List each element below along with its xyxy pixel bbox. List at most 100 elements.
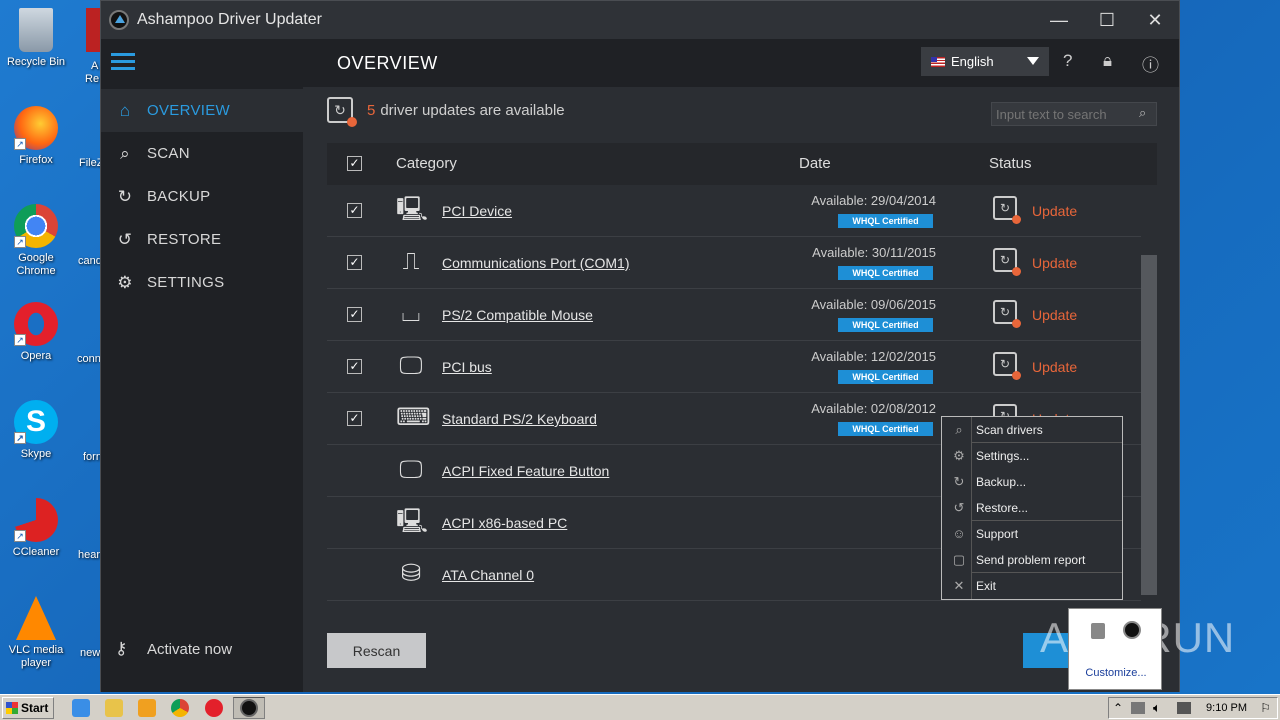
customize-link[interactable]: Customize... [1069, 667, 1163, 679]
shortcut-arrow-icon: ↗ [14, 334, 26, 346]
row-checkbox[interactable]: ✓ [347, 203, 362, 218]
chrome-shortcut[interactable]: ↗ Google Chrome [0, 204, 72, 278]
backup-icon: ↻ [117, 186, 133, 206]
row-checkbox[interactable]: ✓ [347, 411, 362, 426]
update-status-icon[interactable]: ↻ [993, 352, 1021, 380]
media-player-icon[interactable] [138, 699, 156, 717]
taskbar-ashampoo-button[interactable] [233, 697, 265, 719]
available-date: Available: 09/06/2015 [811, 297, 936, 312]
ie-icon[interactable] [72, 699, 90, 717]
update-status-icon[interactable]: ↻ [993, 300, 1021, 328]
update-message: driver updates are available [380, 101, 565, 119]
info-icon[interactable]: ⓘ [1142, 51, 1159, 76]
skype-label: Skype [20, 448, 52, 460]
volume-icon[interactable]: 🔈︎ [1153, 700, 1161, 716]
tray-context-menu: ⌕ Scan drivers ⚙ Settings... ↻ Backup... ↺ R… [941, 416, 1123, 600]
device-name-link[interactable]: ACPI Fixed Feature Button [442, 463, 609, 479]
skype-shortcut[interactable]: S ↗ Skype [0, 400, 72, 461]
magnifier-icon[interactable]: ⌕ [1139, 105, 1146, 121]
partial-label: hear [78, 549, 101, 561]
tray-app-icon[interactable] [1091, 623, 1105, 639]
opera-shortcut[interactable]: ↗ Opera [0, 302, 72, 363]
activate-now-link[interactable]: ⚷ Activate now [115, 639, 232, 659]
update-link[interactable]: Update [1032, 307, 1077, 323]
user-icon: ☺ [952, 526, 966, 541]
partial-label: conn [77, 353, 101, 365]
sidebar-item-restore[interactable]: ↺ RESTORE [101, 218, 303, 261]
ashampoo-tray-icon[interactable] [1123, 621, 1141, 639]
help-icon[interactable]: ? [1063, 51, 1072, 71]
sidebar-item-scan[interactable]: ⌕ SCAN [101, 132, 303, 175]
title-bar[interactable]: Ashampoo Driver Updater — ☐ ✕ [101, 1, 1179, 39]
skype-icon: S ↗ [14, 400, 58, 444]
menu-item-settings[interactable]: ⚙ Settings... [942, 443, 1122, 469]
shortcut-arrow-icon: ↗ [14, 138, 26, 150]
menu-item-label: Restore... [976, 501, 1029, 515]
device-name-link[interactable]: ATA Channel 0 [442, 567, 534, 583]
device-name-link[interactable]: PCI bus [442, 359, 492, 375]
search-input[interactable] [991, 102, 1157, 126]
whql-badge: WHQL Certified [838, 422, 933, 436]
sidebar-item-overview[interactable]: ⌂ OVERVIEW [101, 89, 303, 132]
keyboard-icon: ⌨ [396, 404, 431, 431]
recycle-bin-shortcut[interactable]: Recycle Bin [0, 8, 72, 69]
row-checkbox[interactable]: ✓ [347, 255, 362, 270]
pc-tower-icon: 🖳 [396, 508, 429, 535]
rescan-button[interactable]: Rescan [327, 633, 426, 668]
folder-icon[interactable] [105, 699, 123, 717]
menu-item-backup[interactable]: ↻ Backup... [942, 469, 1122, 495]
display-icon[interactable] [1177, 702, 1191, 714]
vlc-shortcut[interactable]: VLC media player [0, 596, 72, 670]
row-checkbox[interactable]: ✓ [347, 307, 362, 322]
sidebar-item-settings[interactable]: ⚙ SETTINGS [101, 261, 303, 304]
menu-item-support[interactable]: ☺ Support [942, 521, 1122, 547]
menu-item-restore[interactable]: ↺ Restore... [942, 495, 1122, 521]
usb-icon: ⎍ [402, 248, 420, 275]
table-row[interactable]: ✓ ⌴ PS/2 Compatible Mouse Available: 09/06/… [327, 289, 1141, 341]
available-date: Available: 12/02/2015 [811, 349, 936, 364]
shortcut-arrow-icon: ↗ [14, 530, 26, 542]
select-all-checkbox[interactable]: ✓ [347, 156, 362, 171]
device-name-link[interactable]: Standard PS/2 Keyboard [442, 411, 597, 427]
update-link[interactable]: Update [1032, 203, 1077, 219]
close-button[interactable]: ✕ [1131, 1, 1179, 39]
ccleaner-icon: ↗ [14, 498, 58, 542]
scrollbar[interactable] [1141, 255, 1157, 595]
network-icon[interactable] [1131, 702, 1145, 714]
table-row[interactable]: ✓ ⎍ Communications Port (COM1) Available: 3… [327, 237, 1141, 289]
column-category[interactable]: Category [396, 155, 457, 172]
update-status-icon[interactable]: ↻ [993, 196, 1021, 224]
maximize-button[interactable]: ☐ [1083, 1, 1131, 39]
opera-icon: ↗ [14, 302, 58, 346]
device-name-link[interactable]: ACPI x86-based PC [442, 515, 567, 531]
menu-item-scan-drivers[interactable]: ⌕ Scan drivers [942, 417, 1122, 443]
update-status-icon[interactable]: ↻ [993, 248, 1021, 276]
tray-expand-icon[interactable]: ⌃ [1113, 701, 1123, 715]
lock-icon[interactable]: 🔒︎ [1103, 51, 1112, 71]
start-button[interactable]: Start [2, 697, 54, 719]
language-select[interactable]: English [921, 47, 1049, 76]
firefox-shortcut[interactable]: ↗ Firefox [0, 106, 72, 167]
table-row[interactable]: ✓ 🖵 PCI bus Available: 12/02/2015 WHQL Certi… [327, 341, 1141, 393]
update-link[interactable]: Update [1032, 255, 1077, 271]
chrome-icon[interactable] [171, 699, 189, 717]
device-name-link[interactable]: Communications Port (COM1) [442, 255, 630, 271]
table-row[interactable]: ✓ 🖳 PCI Device Available: 29/04/2014 WHQL Ce… [327, 185, 1141, 237]
taskbar: Start ⌃ 🔈︎ 9:10 PM ⚐ [0, 694, 1280, 720]
minimize-button[interactable]: — [1035, 1, 1083, 39]
update-link[interactable]: Update [1032, 359, 1077, 375]
shortcut-arrow-icon: ↗ [14, 432, 26, 444]
sidebar-item-backup[interactable]: ↻ BACKUP [101, 175, 303, 218]
flag-icon[interactable]: ⚐ [1260, 701, 1271, 715]
column-status[interactable]: Status [989, 155, 1032, 172]
column-date[interactable]: Date [799, 155, 831, 172]
menu-item-send-problem-report[interactable]: ▢ Send problem report [942, 547, 1122, 573]
ccleaner-shortcut[interactable]: ↗ CCleaner [0, 498, 72, 559]
device-name-link[interactable]: PCI Device [442, 203, 512, 219]
opera-icon[interactable] [205, 699, 223, 717]
device-name-link[interactable]: PS/2 Compatible Mouse [442, 307, 593, 323]
hamburger-menu-icon[interactable] [111, 53, 135, 71]
row-checkbox[interactable]: ✓ [347, 359, 362, 374]
key-icon: ⚷ [115, 639, 128, 658]
menu-item-exit[interactable]: ✕ Exit [942, 573, 1122, 599]
